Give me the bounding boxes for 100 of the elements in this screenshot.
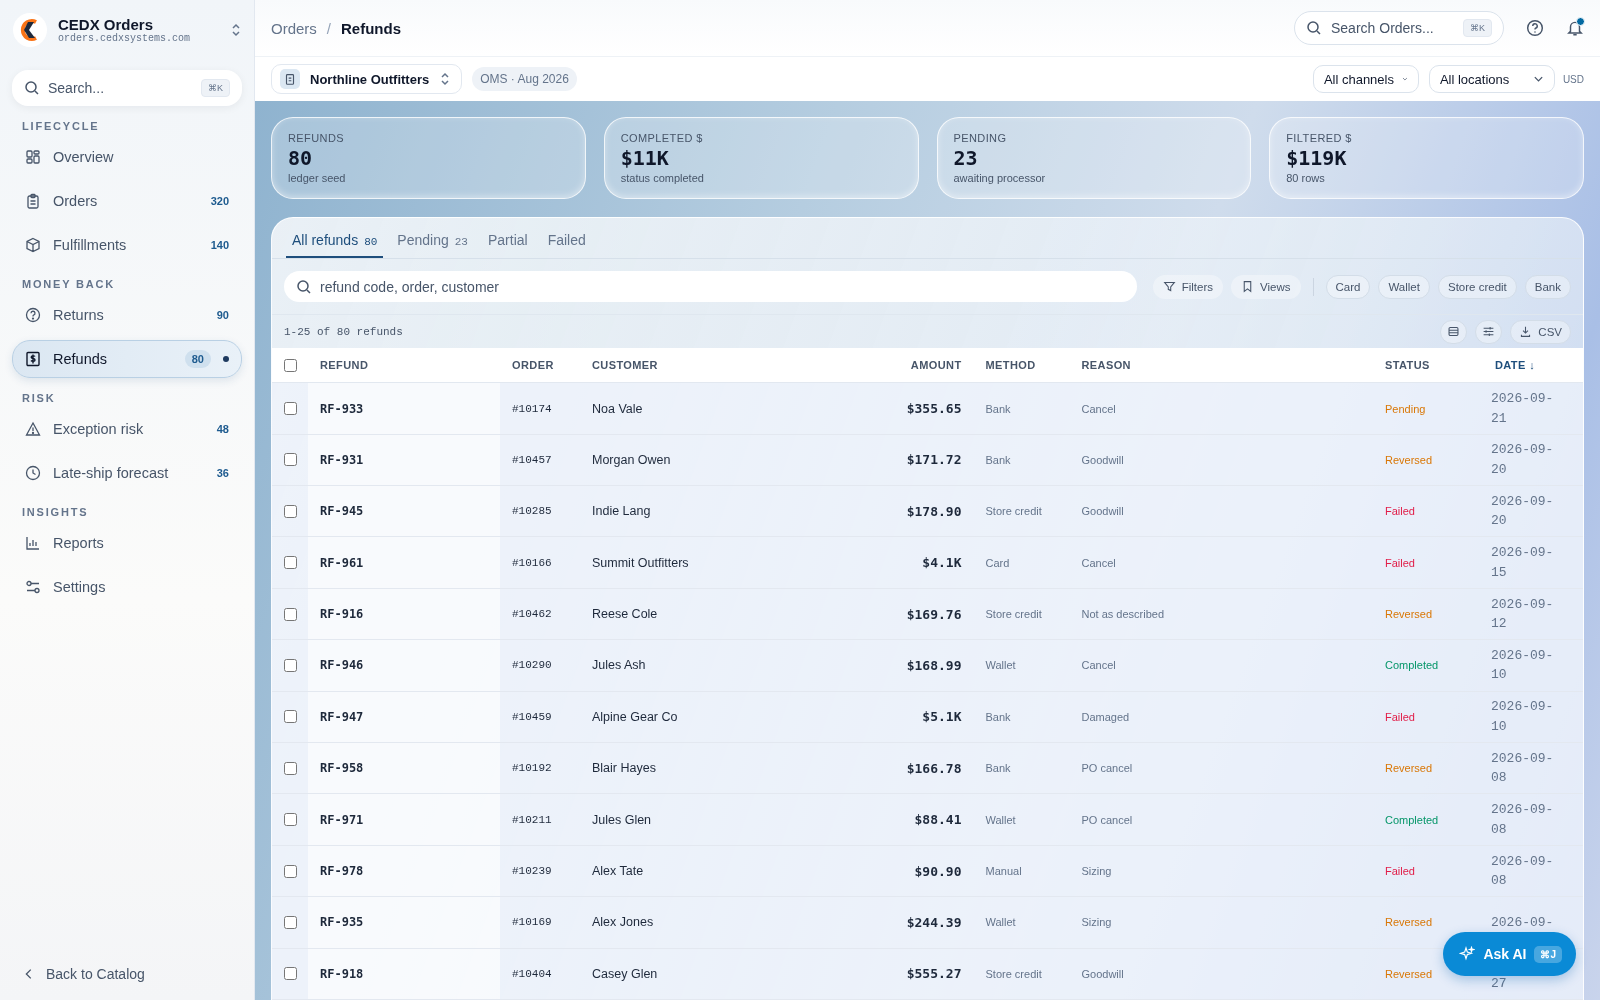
filter-chip[interactable]: Store credit <box>1437 274 1517 299</box>
column-header[interactable]: REASON <box>1069 359 1373 372</box>
breadcrumb-item[interactable]: Orders <box>271 19 317 37</box>
refund-code[interactable]: RF-971 <box>308 794 500 845</box>
tab[interactable]: All refunds 80 <box>286 222 384 258</box>
refund-code[interactable]: RF-978 <box>308 845 500 897</box>
row-checkbox[interactable] <box>283 915 297 929</box>
section-heading: RISK <box>22 392 57 404</box>
row-checkbox[interactable] <box>283 402 297 415</box>
column-header[interactable]: ORDER <box>500 359 580 372</box>
nav-item[interactable]: Returns 90 <box>12 296 242 334</box>
filters-button[interactable]: Filters <box>1152 274 1224 299</box>
customer-name: Alex Jones <box>591 915 655 930</box>
back-link[interactable]: Back to Catalog <box>12 966 242 1000</box>
nav-item[interactable]: Fulfillments 140 <box>12 226 242 264</box>
row-checkbox[interactable] <box>283 864 297 878</box>
row-checkbox[interactable] <box>283 761 297 775</box>
refund-code[interactable]: RF-945 <box>308 486 500 537</box>
nav-item[interactable]: Late-ship forecast 36 <box>12 454 242 492</box>
active-dot <box>223 356 229 362</box>
column-header[interactable]: STATUS <box>1373 359 1483 372</box>
amount: $166.78 <box>905 760 963 776</box>
row-checkbox[interactable] <box>283 710 297 724</box>
tab[interactable]: Failed <box>541 222 592 258</box>
date: 2026-09-21 <box>1490 390 1555 428</box>
sliders-icon <box>25 579 41 595</box>
chevron-left-icon <box>24 967 34 981</box>
column-header[interactable]: REFUND <box>308 359 500 372</box>
customer-name: Morgan Owen <box>591 452 672 467</box>
status: Reversed <box>1384 608 1434 621</box>
reason: PO cancel <box>1080 813 1134 826</box>
currency-label: USD <box>1562 73 1584 85</box>
column-header[interactable]: AMOUNT <box>883 359 974 372</box>
column-header[interactable]: METHOD <box>973 359 1070 372</box>
column-header[interactable]: CUSTOMER <box>580 359 884 372</box>
refund-code[interactable]: RF-947 <box>308 691 500 743</box>
row-checkbox[interactable] <box>283 453 297 467</box>
row-checkbox[interactable] <box>283 504 297 518</box>
refund-code[interactable]: RF-916 <box>308 588 500 640</box>
nav-item[interactable]: Refunds 80 <box>12 340 242 378</box>
result-count: 1-25 of 80 refunds <box>284 325 403 338</box>
tab[interactable]: Pending 23 <box>391 222 474 258</box>
notification-bell-icon[interactable] <box>1566 19 1584 37</box>
refund-code[interactable]: RF-946 <box>308 640 500 691</box>
section-heading: LIFECYCLE <box>22 120 101 132</box>
refund-code[interactable]: RF-935 <box>308 897 500 948</box>
refund-code[interactable]: RF-933 <box>308 383 500 434</box>
refund-code[interactable]: RF-931 <box>308 434 500 486</box>
nav-item[interactable]: Exception risk 48 <box>12 410 242 448</box>
customer-name: Blair Hayes <box>591 761 657 776</box>
sliders-icon <box>1482 325 1496 339</box>
search-field[interactable]: refund code, order, customer <box>284 271 1137 302</box>
filter-chip[interactable]: Wallet <box>1378 274 1430 299</box>
date: 2026-09-10 <box>1490 698 1555 736</box>
channel-dropdown[interactable]: All channels <box>1312 65 1419 93</box>
filter-chip[interactable]: Bank <box>1524 274 1571 299</box>
nav-item[interactable]: Overview <box>12 138 242 176</box>
columns-button[interactable] <box>1475 319 1503 344</box>
order-number: #10166 <box>511 556 553 569</box>
shortcut-hint: ⌘J <box>1534 945 1562 963</box>
refund-code[interactable]: RF-961 <box>308 537 500 588</box>
row-checkbox[interactable] <box>283 967 297 981</box>
amount: $169.76 <box>905 606 963 622</box>
density-button[interactable] <box>1440 319 1468 344</box>
date: 2026-09-10 <box>1490 646 1555 685</box>
status: Reversed <box>1384 453 1434 466</box>
ask-ai-button[interactable]: Ask AI ⌘J <box>1443 932 1576 976</box>
views-button[interactable]: Views <box>1231 274 1301 299</box>
amount: $168.99 <box>905 657 963 673</box>
row-checkbox[interactable] <box>283 658 297 672</box>
shortcut-hint: ⌘K <box>201 79 230 97</box>
customer-name: Noa Vale <box>591 401 644 416</box>
csv-export-button[interactable]: CSV <box>1510 319 1571 344</box>
nav-item[interactable]: Orders 320 <box>12 182 242 220</box>
refund-code[interactable]: RF-918 <box>308 948 500 999</box>
help-icon[interactable] <box>1526 19 1544 37</box>
row-checkbox[interactable] <box>283 556 297 570</box>
row-checkbox[interactable] <box>283 607 297 621</box>
select-all-checkbox[interactable] <box>283 358 297 372</box>
reason: Sizing <box>1080 916 1113 929</box>
chevron-up-down-icon[interactable] <box>230 22 242 38</box>
nav-item[interactable]: Reports <box>12 524 242 562</box>
reason: Goodwill <box>1080 505 1125 518</box>
tab[interactable]: Partial <box>481 222 534 258</box>
search-icon <box>24 80 40 96</box>
method: Store credit <box>984 505 1043 518</box>
order-number: #10239 <box>511 865 553 877</box>
location-dropdown[interactable]: All locations <box>1428 65 1555 93</box>
row-checkbox[interactable] <box>283 813 297 827</box>
column-header[interactable]: DATE ↓ <box>1483 359 1583 372</box>
stat-label: COMPLETED $ <box>620 132 704 144</box>
refund-code[interactable]: RF-958 <box>308 743 500 794</box>
customer-name: Alpine Gear Co <box>591 709 679 724</box>
customer-name: Jules Ash <box>591 658 647 673</box>
filter-chip[interactable]: Card <box>1325 274 1371 299</box>
logo-icon <box>12 12 48 48</box>
amount: $178.90 <box>905 503 963 519</box>
amount: $244.39 <box>905 914 963 930</box>
nav-item[interactable]: Settings <box>12 568 242 606</box>
workspace-selector[interactable]: Northline Outfitters <box>271 64 463 94</box>
